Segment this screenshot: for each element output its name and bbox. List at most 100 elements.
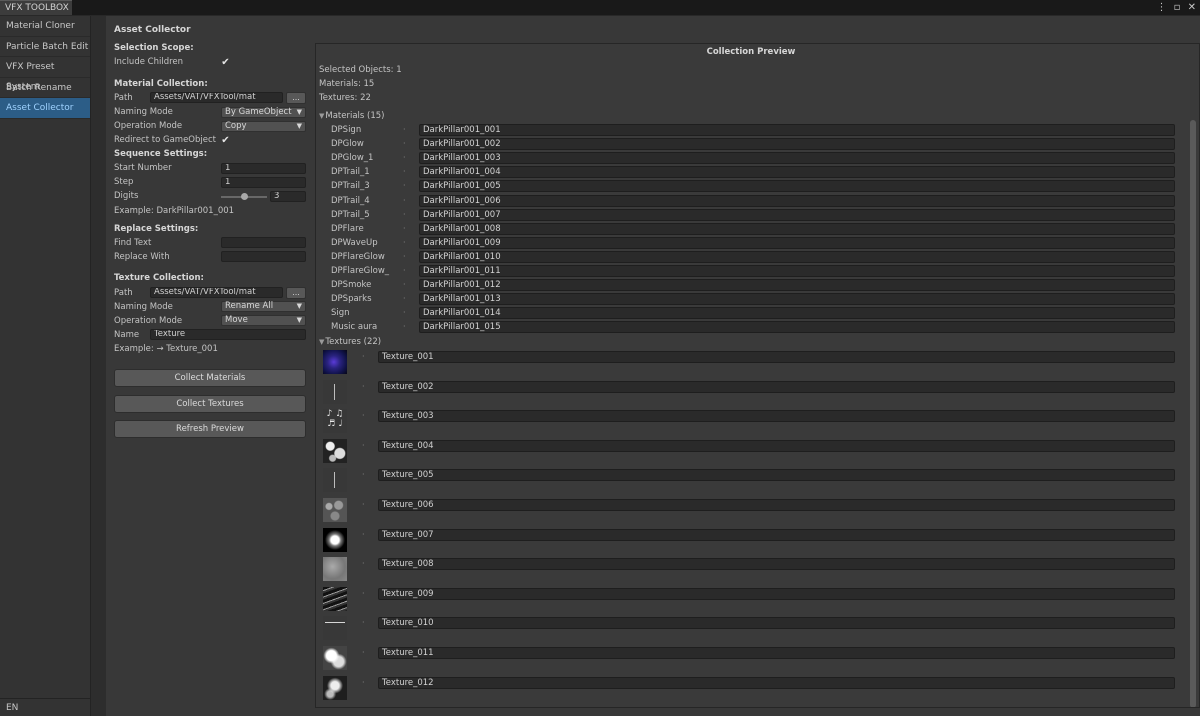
preview-scrollbar[interactable]: [1190, 120, 1196, 707]
include-children-checkbox[interactable]: ✔: [220, 57, 231, 68]
row-separator: ·: [362, 648, 365, 657]
row-separator: ·: [403, 195, 406, 205]
sidebar-item-batch-rename[interactable]: Batch Rename: [0, 78, 90, 98]
texture-naming-mode-dropdown[interactable]: Rename All ▼: [221, 301, 306, 312]
texture-operation-mode-dropdown[interactable]: Move ▼: [221, 315, 306, 326]
row-separator: ·: [403, 266, 406, 275]
material-target-field[interactable]: DarkPillar001_008: [419, 222, 1175, 235]
row-separator: ·: [403, 153, 406, 163]
chevron-down-icon: ▼: [296, 122, 302, 130]
step-field[interactable]: 1: [221, 177, 306, 188]
material-target-field[interactable]: DarkPillar001_015: [419, 321, 1175, 334]
material-target-field[interactable]: DarkPillar001_012: [419, 279, 1175, 292]
texture-name-field[interactable]: Texture_010: [378, 617, 1175, 630]
window-tab[interactable]: VFX TOOLBOX: [0, 0, 72, 15]
texture-thumbnail: [323, 468, 347, 493]
row-separator: ·: [362, 411, 365, 421]
material-source-name: Music aura: [331, 322, 378, 333]
material-source-name: DPSmoke: [331, 280, 372, 291]
texture-example: Example: → Texture_001: [114, 344, 218, 354]
replace-with-label: Replace With: [114, 252, 170, 262]
material-target-field[interactable]: DarkPillar001_006: [419, 194, 1175, 207]
texture-name-field[interactable]: Texture_008: [378, 558, 1175, 571]
sidebar-item-vfx-preset-system[interactable]: VFX Preset System: [0, 57, 90, 92]
texture-name-field[interactable]: Texture_004: [378, 439, 1175, 452]
refresh-preview-button[interactable]: Refresh Preview: [114, 420, 306, 438]
material-target-field[interactable]: DarkPillar001_007: [419, 208, 1175, 221]
close-icon[interactable]: ✕: [1188, 2, 1196, 13]
start-number-field[interactable]: 1: [221, 163, 306, 174]
material-source-name: DPGlow: [331, 139, 364, 150]
material-target-field[interactable]: DarkPillar001_005: [419, 180, 1175, 193]
texture-name-field[interactable]: Texture_007: [378, 528, 1175, 541]
texture-operation-mode-label: Operation Mode: [114, 316, 183, 326]
material-naming-mode-dropdown[interactable]: By GameObject ▼: [221, 107, 306, 118]
sidebar-item-asset-collector[interactable]: Asset Collector: [0, 98, 90, 119]
material-collection-heading: Material Collection:: [114, 79, 208, 89]
row-separator: ·: [403, 294, 406, 304]
sidebar-item-particle-batch-edit[interactable]: Particle Batch Edit: [0, 37, 90, 57]
main-panel: Asset Collector Selection Scope: Include…: [106, 16, 1200, 716]
texture-thumbnail: [323, 379, 347, 404]
chevron-down-icon: ▼: [296, 302, 302, 310]
replace-with-field[interactable]: [221, 251, 306, 262]
texture-thumbnail: [323, 675, 347, 700]
texture-name-label: Name: [114, 330, 140, 340]
materials-foldout[interactable]: ▼Materials (15): [319, 111, 385, 121]
material-target-field[interactable]: DarkPillar001_004: [419, 166, 1175, 179]
material-target-field[interactable]: DarkPillar001_002: [419, 138, 1175, 151]
material-target-field[interactable]: DarkPillar001_014: [419, 307, 1175, 320]
material-path-field[interactable]: Assets/VAT/VFXTool/mat: [150, 92, 283, 103]
texture-thumbnail: [323, 438, 347, 463]
more-vertical-icon[interactable]: ⋮: [1156, 2, 1166, 13]
redirect-checkbox[interactable]: ✔: [220, 135, 231, 146]
material-target-field[interactable]: DarkPillar001_001: [419, 124, 1175, 136]
row-separator: ·: [403, 280, 406, 290]
row-separator: ·: [362, 381, 365, 391]
texture-thumbnail: [323, 557, 347, 582]
texture-name-field[interactable]: Texture_011: [378, 647, 1175, 659]
texture-name-field[interactable]: Texture: [150, 329, 306, 340]
digits-field[interactable]: 3: [270, 191, 306, 202]
texture-name-field[interactable]: Texture_002: [378, 380, 1175, 393]
step-label: Step: [114, 177, 134, 187]
digits-slider-handle[interactable]: [240, 193, 248, 200]
texture-thumbnail: [323, 498, 347, 522]
row-separator: ·: [403, 139, 406, 149]
language-selector[interactable]: EN: [0, 698, 90, 716]
material-path-browse-button[interactable]: ...: [286, 92, 306, 104]
texture-thumbnail: ♪ ♫ ♬ ♩: [323, 409, 347, 434]
texture-path-field[interactable]: Assets/VAT/VFXTool/mat: [150, 287, 283, 298]
texture-name-field[interactable]: Texture_009: [378, 587, 1175, 600]
texture-name-field[interactable]: Texture_001: [378, 351, 1175, 363]
material-target-field[interactable]: DarkPillar001_009: [419, 236, 1175, 249]
row-separator: ·: [403, 223, 406, 233]
material-source-name: DPFlare: [331, 223, 364, 234]
window-controls: ⋮ ▫ ✕: [1152, 0, 1196, 15]
textures-foldout[interactable]: ▼Textures (22): [319, 337, 381, 347]
material-target-field[interactable]: DarkPillar001_013: [419, 293, 1175, 306]
replace-settings-heading: Replace Settings:: [114, 224, 199, 234]
material-source-name: DPTrail_5: [331, 209, 370, 220]
row-separator: ·: [403, 125, 406, 134]
material-operation-mode-dropdown[interactable]: Copy ▼: [221, 121, 306, 132]
texture-collection-heading: Texture Collection:: [114, 273, 204, 283]
texture-name-field[interactable]: Texture_003: [378, 410, 1175, 423]
material-target-field[interactable]: DarkPillar001_003: [419, 152, 1175, 165]
find-text-field[interactable]: [221, 237, 306, 248]
texture-path-browse-button[interactable]: ...: [286, 287, 306, 299]
sidebar-item-material-cloner[interactable]: Material Cloner: [0, 16, 90, 37]
maximize-icon[interactable]: ▫: [1174, 2, 1181, 13]
texture-name-field[interactable]: Texture_012: [378, 676, 1175, 689]
material-target-field[interactable]: DarkPillar001_011: [419, 265, 1175, 277]
collect-textures-button[interactable]: Collect Textures: [114, 395, 306, 413]
textures-count: Textures: 22: [319, 93, 371, 103]
collect-materials-button[interactable]: Collect Materials: [114, 369, 306, 387]
texture-name-field[interactable]: Texture_006: [378, 499, 1175, 511]
texture-path-label: Path: [114, 288, 133, 298]
material-target-field[interactable]: DarkPillar001_010: [419, 250, 1175, 263]
material-operation-mode-label: Operation Mode: [114, 121, 183, 131]
texture-name-field[interactable]: Texture_005: [378, 469, 1175, 482]
row-separator: ·: [362, 588, 365, 598]
row-separator: ·: [362, 470, 365, 480]
